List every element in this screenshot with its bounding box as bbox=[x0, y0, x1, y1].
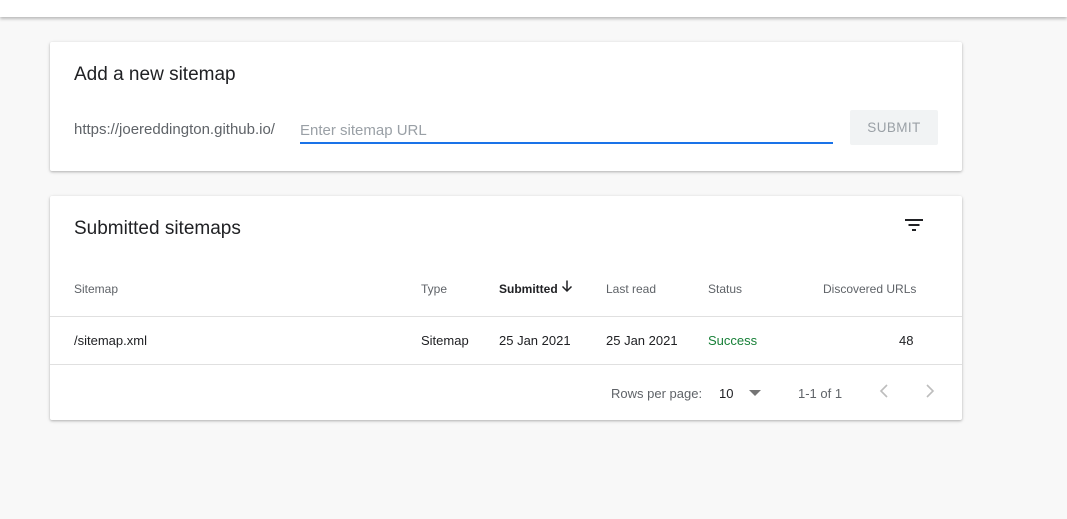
column-header-status[interactable]: Status bbox=[708, 282, 742, 296]
submit-button[interactable]: SUBMIT bbox=[850, 110, 938, 145]
cell-status: Success bbox=[708, 333, 758, 348]
triangle-down-icon[interactable] bbox=[749, 390, 761, 397]
rows-per-page-label: Rows per page: bbox=[611, 386, 703, 401]
filter-icon[interactable] bbox=[903, 216, 925, 234]
chevron-right-icon[interactable] bbox=[921, 382, 937, 400]
add-sitemap-card: Add a new sitemap https://joereddington.… bbox=[50, 42, 962, 171]
cell-last-read: 25 Jan 2021 bbox=[606, 333, 678, 348]
submitted-sitemaps-title: Submitted sitemaps bbox=[74, 218, 241, 239]
sitemap-url-prefix: https://joereddington.github.io/ bbox=[74, 121, 275, 138]
top-app-bar bbox=[0, 0, 1067, 17]
cell-discovered-urls: 48 bbox=[899, 333, 914, 348]
table-divider bbox=[50, 364, 962, 365]
submitted-sitemaps-card: Submitted sitemaps Sitemap Type Submitte… bbox=[50, 196, 962, 420]
column-header-sitemap[interactable]: Sitemap bbox=[74, 282, 118, 296]
cell-type: Sitemap bbox=[421, 333, 469, 348]
column-header-type[interactable]: Type bbox=[421, 282, 447, 296]
column-header-last-read[interactable]: Last read bbox=[606, 282, 656, 296]
table-divider bbox=[50, 316, 962, 317]
column-header-submitted[interactable]: Submitted bbox=[499, 282, 558, 296]
chevron-left-icon[interactable] bbox=[877, 382, 893, 400]
column-header-discovered-urls[interactable]: Discovered URLs bbox=[823, 282, 916, 296]
arrow-down-icon[interactable] bbox=[560, 279, 574, 293]
cell-submitted: 25 Jan 2021 bbox=[499, 333, 571, 348]
pagination-range: 1-1 of 1 bbox=[798, 386, 843, 401]
sitemap-url-input[interactable] bbox=[300, 118, 833, 144]
rows-per-page-select[interactable]: 10 bbox=[719, 386, 733, 401]
add-sitemap-title: Add a new sitemap bbox=[74, 64, 236, 85]
cell-sitemap[interactable]: /sitemap.xml bbox=[74, 333, 147, 348]
